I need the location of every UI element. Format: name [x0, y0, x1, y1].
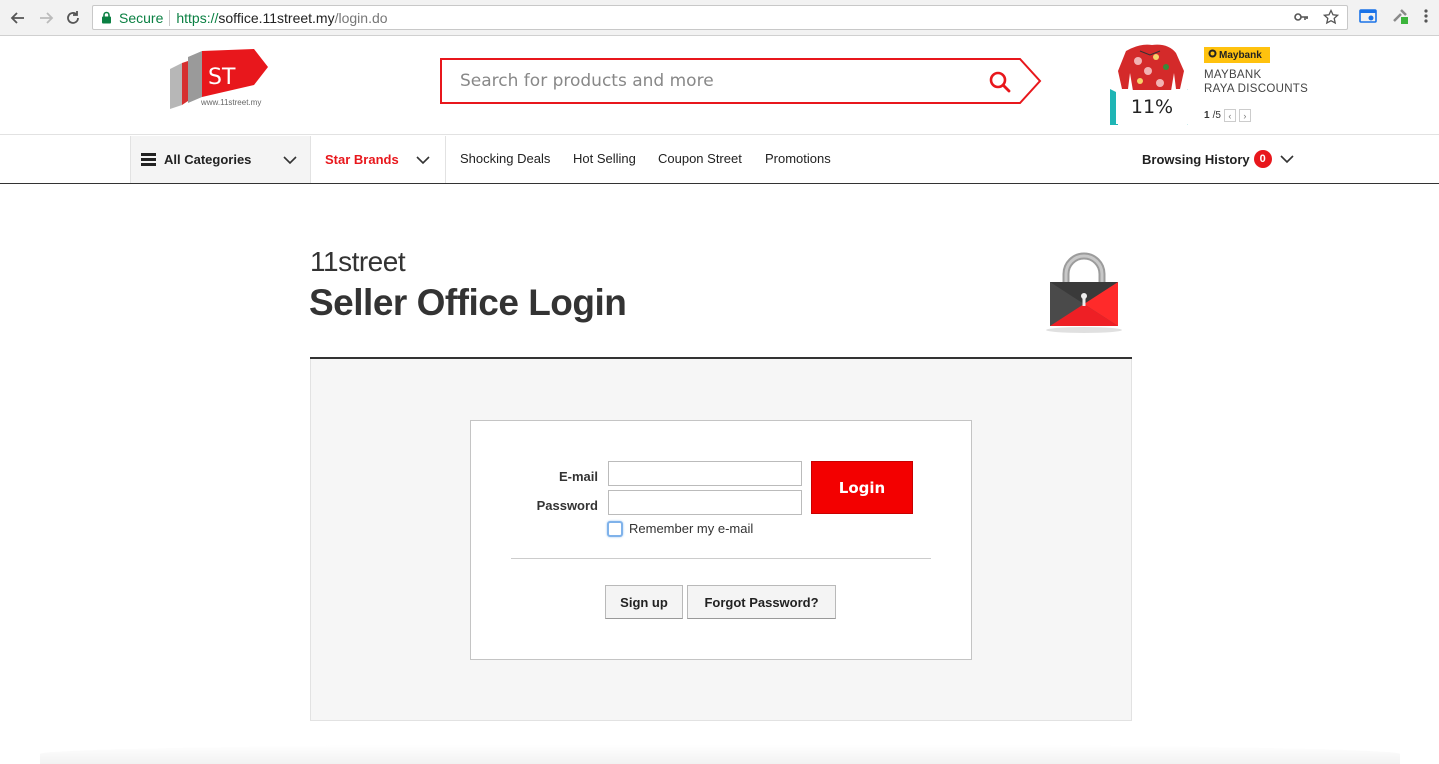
signup-button[interactable]: Sign up [605, 585, 683, 619]
footer-shadow [40, 744, 1400, 764]
url-scheme: https:// [176, 9, 219, 26]
plugin-extension-icon[interactable] [1391, 7, 1409, 30]
browsing-history-button[interactable]: Browsing History 0 [1142, 150, 1294, 168]
arrow-right-icon [40, 12, 54, 24]
maybank-badge: Maybank [1204, 47, 1270, 63]
browser-toolbar: Secure https://soffice.11street.my/login… [0, 0, 1439, 36]
address-bar[interactable]: Secure https://soffice.11street.my/login… [92, 5, 1348, 30]
nav-link-hot-selling[interactable]: Hot Selling [573, 151, 636, 166]
history-count-badge: 0 [1253, 150, 1272, 168]
back-button[interactable] [7, 7, 29, 29]
nav-link-coupon-street[interactable]: Coupon Street [658, 151, 742, 166]
promo-page-total: /5 [1212, 110, 1221, 121]
more-menu-icon[interactable] [1423, 8, 1429, 29]
logo-url: www.11street.my [201, 98, 262, 107]
maybank-tiger-icon [1208, 49, 1217, 61]
remember-email-checkbox[interactable] [607, 521, 623, 537]
hamburger-icon [141, 153, 156, 166]
star-icon[interactable] [1322, 8, 1340, 28]
search-arrow-shape [1016, 58, 1042, 104]
forgot-password-button[interactable]: Forgot Password? [687, 585, 836, 619]
logo-text: ST [208, 65, 236, 90]
promo-title-line2[interactable]: RAYA DISCOUNTS [1204, 83, 1308, 95]
remember-email-label[interactable]: Remember my e-mail [629, 521, 753, 536]
login-button[interactable]: Login [811, 461, 913, 514]
lock-icon [101, 11, 113, 25]
password-field[interactable] [608, 490, 802, 515]
url-host: soffice.11street.my [218, 9, 335, 26]
url-separator [169, 9, 171, 26]
arrow-left-icon [10, 12, 24, 24]
secure-label: Secure [119, 9, 164, 26]
promo-pager: 1/5 ‹ › [1204, 109, 1251, 122]
maybank-badge-text: Maybank [1219, 49, 1262, 61]
login-form-box [470, 420, 972, 660]
nav-link-promotions[interactable]: Promotions [765, 151, 831, 166]
padlock-icon [1046, 252, 1122, 333]
category-nav-bar: All Categories Star Brands Shocking Deal… [0, 136, 1439, 184]
page-title: Seller Office Login [309, 282, 627, 323]
site-header: ST www.11street.my Search for products a… [0, 37, 1439, 135]
browsing-history-label: Browsing History [1142, 151, 1250, 167]
chevron-down-icon [283, 156, 297, 165]
reload-icon [67, 11, 79, 24]
all-categories-label: All Categories [164, 152, 252, 167]
star-brands-label: Star Brands [325, 152, 399, 167]
email-field[interactable] [608, 461, 802, 486]
extension-area [1359, 7, 1429, 30]
promo-page-current: 1 [1204, 110, 1210, 121]
promo-discount-percent: 11% [1116, 90, 1188, 124]
search-input[interactable]: Search for products and more [440, 58, 1020, 104]
brand-name: 11street [310, 246, 406, 277]
forward-button[interactable] [35, 7, 57, 29]
reload-button[interactable] [62, 7, 84, 29]
nav-link-shocking-deals[interactable]: Shocking Deals [460, 151, 550, 166]
chevron-down-icon [416, 156, 430, 165]
omnibox-actions [1293, 8, 1340, 28]
promo-title-line1[interactable]: MAYBANK [1204, 69, 1261, 81]
promo-prev-button[interactable]: ‹ [1223, 109, 1236, 122]
email-label: E-mail [558, 469, 598, 484]
chevron-down-icon [1280, 155, 1294, 164]
promo-next-button[interactable]: › [1238, 109, 1251, 122]
password-label: Password [536, 498, 598, 513]
search-box: Search for products and more [440, 58, 1042, 104]
form-divider [511, 558, 931, 559]
star-brands-menu[interactable]: Star Brands [312, 136, 446, 183]
url-path: /login.do [334, 9, 388, 26]
cast-extension-icon[interactable] [1359, 7, 1377, 30]
key-icon[interactable] [1293, 9, 1309, 28]
search-icon[interactable] [988, 70, 1012, 94]
all-categories-menu[interactable]: All Categories [130, 136, 311, 183]
